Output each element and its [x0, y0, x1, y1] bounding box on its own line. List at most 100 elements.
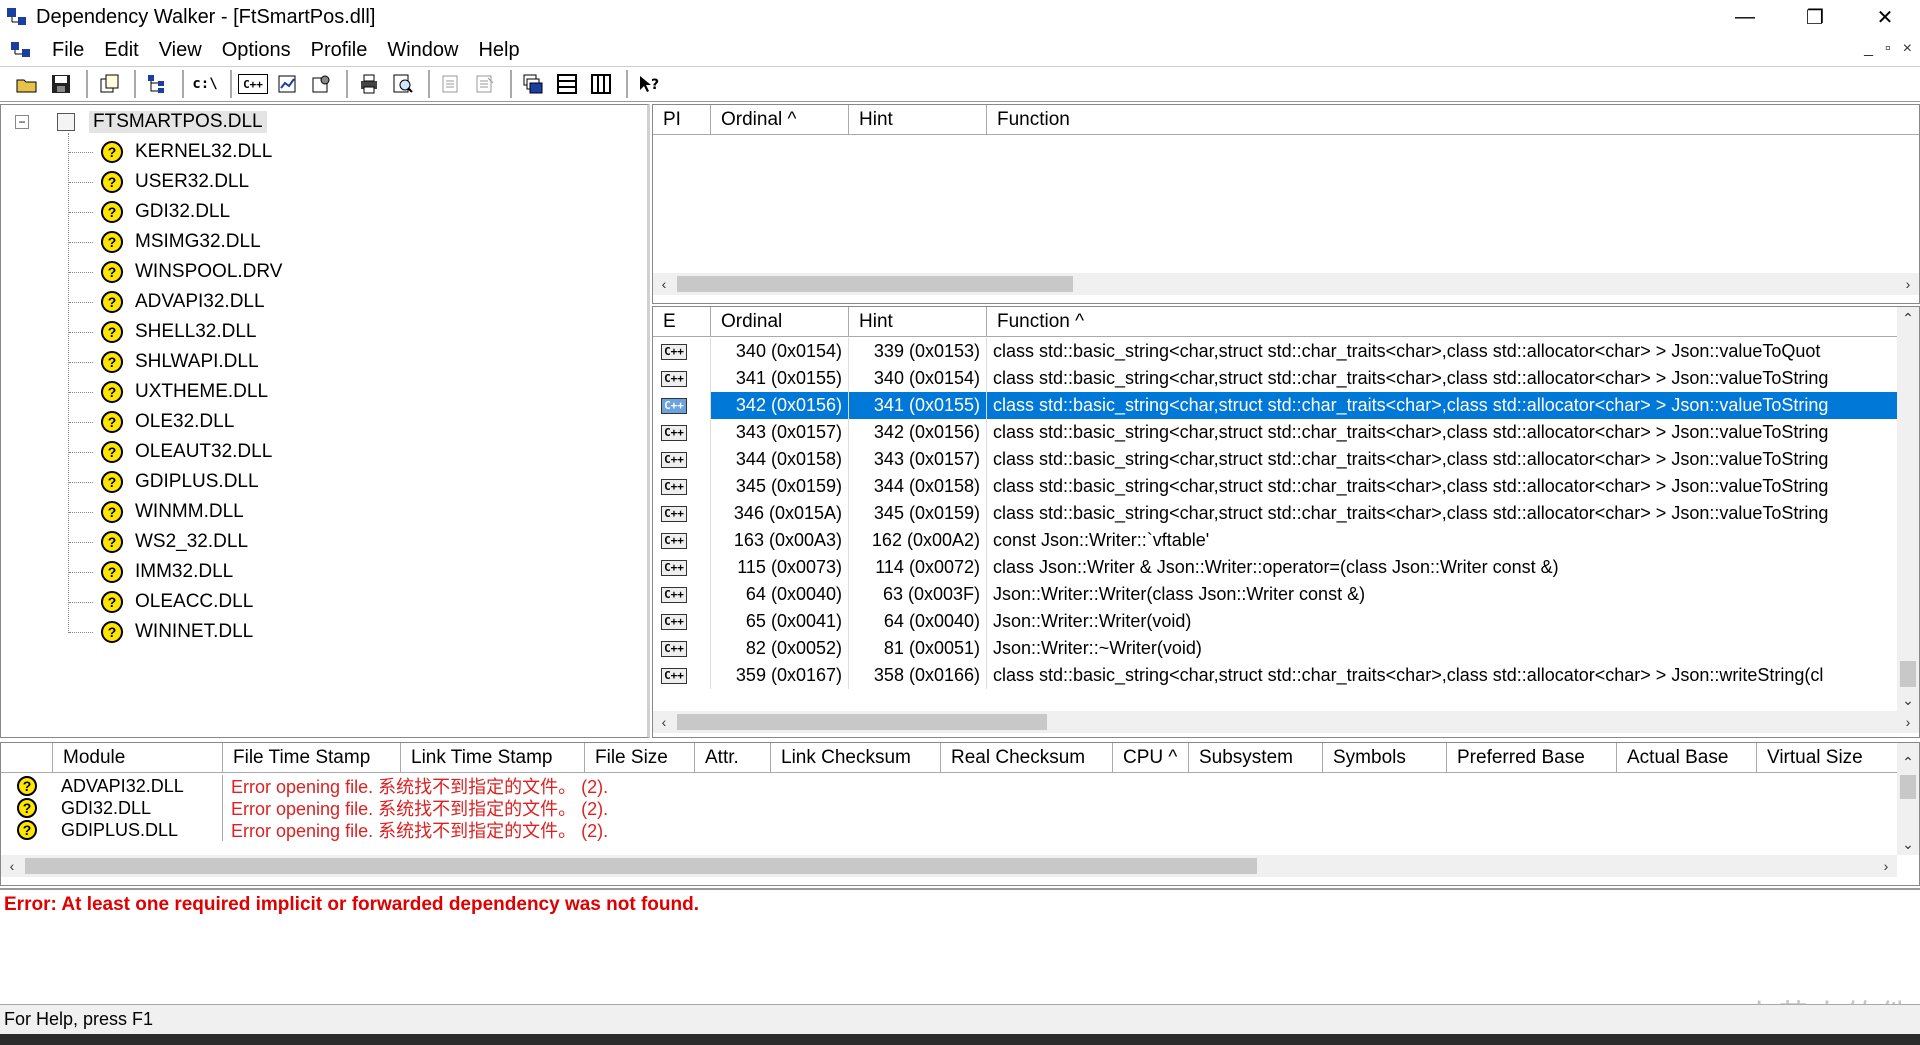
imports-panel[interactable]: PI Ordinal ^ Hint Function ‹ › [652, 104, 1920, 304]
print-icon[interactable] [354, 69, 384, 99]
col-virtual-size[interactable]: Virtual Size [1757, 743, 1897, 773]
exports-panel[interactable]: E Ordinal Hint Function ^ C++ 340 (0x0154… [652, 306, 1920, 738]
menu-window[interactable]: Window [377, 39, 468, 62]
tree-item[interactable]: ? KERNEL32.DLL [101, 137, 272, 167]
tree-item[interactable]: ? SHELL32.DLL [101, 317, 256, 347]
modules-hscroll[interactable]: ‹ › [1, 855, 1897, 877]
export-row[interactable]: C++ 344 (0x0158) 343 (0x0157) class std::ba… [653, 446, 1897, 473]
collapse-icon[interactable]: − [15, 115, 29, 129]
mdi-restore-button[interactable]: ▫ [1885, 40, 1891, 58]
cpp-icon[interactable]: C++ [238, 74, 268, 94]
col-symbols[interactable]: Symbols [1323, 743, 1447, 773]
export-row[interactable]: C++ 340 (0x0154) 339 (0x0153) class std::ba… [653, 338, 1897, 365]
mdi-minimize-button[interactable]: _ [1864, 40, 1873, 58]
col-function[interactable]: Function ^ [987, 307, 1897, 337]
col-ordinal[interactable]: Ordinal [711, 307, 849, 337]
tree-item[interactable]: ? ADVAPI32.DLL [101, 287, 265, 317]
tree-item[interactable]: ? SHLWAPI.DLL [101, 347, 259, 377]
menu-help[interactable]: Help [468, 39, 529, 62]
col-e[interactable]: E [653, 307, 711, 337]
module-list-panel[interactable]: Module File Time Stamp Link Time Stamp F… [0, 742, 1920, 886]
tree-item[interactable]: ? WINMM.DLL [101, 497, 244, 527]
scroll-right-icon[interactable]: › [1897, 711, 1919, 733]
col-actual-base[interactable]: Actual Base [1617, 743, 1757, 773]
module-row[interactable]: ? GDIPLUS.DLL Error opening file. 系统找不到指定的… [1, 819, 1897, 841]
scroll-thumb[interactable] [1900, 661, 1916, 687]
tree-item[interactable]: ? WININET.DLL [101, 617, 253, 647]
tree-item[interactable]: ? IMM32.DLL [101, 557, 233, 587]
scroll-left-icon[interactable]: ‹ [653, 711, 675, 733]
tile-v-icon[interactable] [586, 69, 616, 99]
path-icon[interactable]: c:\ [190, 69, 220, 99]
exports-vscroll[interactable]: ⌃ ⌄ [1897, 307, 1919, 711]
export-row[interactable]: C++ 82 (0x0052) 81 (0x0051) Json::Writer::~… [653, 635, 1897, 662]
module-row[interactable]: ? ADVAPI32.DLL Error opening file. 系统找不到指定… [1, 775, 1897, 797]
col-module[interactable]: Module [53, 743, 223, 773]
scroll-thumb[interactable] [1900, 775, 1916, 799]
col-link-checksum[interactable]: Link Checksum [771, 743, 941, 773]
close-button[interactable]: ✕ [1850, 0, 1920, 34]
col-function[interactable]: Function [987, 105, 1919, 135]
tree-item[interactable]: ? OLE32.DLL [101, 407, 234, 437]
open-icon[interactable] [12, 69, 42, 99]
minimize-button[interactable]: — [1710, 0, 1780, 34]
scroll-thumb[interactable] [25, 858, 1257, 874]
tree-item[interactable]: ? GDI32.DLL [101, 197, 230, 227]
col-hint[interactable]: Hint [849, 307, 987, 337]
tree-item[interactable]: ? OLEAUT32.DLL [101, 437, 272, 467]
col-real-checksum[interactable]: Real Checksum [941, 743, 1113, 773]
col-cpu[interactable]: CPU ^ [1113, 743, 1189, 773]
cascade-icon[interactable] [518, 69, 548, 99]
dependency-tree-panel[interactable]: − FTSMARTPOS.DLL ? KERNEL32.DLL? USER32.DL… [0, 104, 650, 738]
scroll-down-icon[interactable]: ⌄ [1897, 689, 1919, 711]
col-file-size[interactable]: File Size [585, 743, 695, 773]
scroll-left-icon[interactable]: ‹ [1, 855, 23, 877]
export-row[interactable]: C++ 115 (0x0073) 114 (0x0072) class Json::W… [653, 554, 1897, 581]
export-row[interactable]: C++ 346 (0x015A) 345 (0x0159) class std::ba… [653, 500, 1897, 527]
scroll-thumb[interactable] [677, 714, 1047, 730]
export-row[interactable]: C++ 163 (0x00A3) 162 (0x00A2) const Json::W… [653, 527, 1897, 554]
scroll-left-icon[interactable]: ‹ [653, 273, 675, 295]
tile-h-icon[interactable] [552, 69, 582, 99]
col-ordinal[interactable]: Ordinal ^ [711, 105, 849, 135]
tree-item[interactable]: ? UXTHEME.DLL [101, 377, 268, 407]
exports-hscroll[interactable]: ‹ › [653, 711, 1919, 733]
list1-icon[interactable] [436, 69, 466, 99]
scroll-up-icon[interactable]: ⌃ [1897, 307, 1919, 329]
menu-profile[interactable]: Profile [301, 39, 378, 62]
col-link-time-stamp[interactable]: Link Time Stamp [401, 743, 585, 773]
export-row[interactable]: C++ 359 (0x0167) 358 (0x0166) class std::ba… [653, 662, 1897, 689]
graph-icon[interactable] [272, 69, 302, 99]
tree-item[interactable]: ? GDIPLUS.DLL [101, 467, 259, 497]
scroll-thumb[interactable] [677, 276, 1073, 292]
tree-item[interactable]: ? WINSPOOL.DRV [101, 257, 282, 287]
col-hint[interactable]: Hint [849, 105, 987, 135]
menu-edit[interactable]: Edit [94, 39, 148, 62]
col-preferred-base[interactable]: Preferred Base [1447, 743, 1617, 773]
module-row[interactable]: ? GDI32.DLL Error opening file. 系统找不到指定的文件… [1, 797, 1897, 819]
col-subsystem[interactable]: Subsystem [1189, 743, 1323, 773]
list2-icon[interactable] [470, 69, 500, 99]
scroll-right-icon[interactable]: › [1897, 273, 1919, 295]
export-row[interactable]: C++ 64 (0x0040) 63 (0x003F) Json::Writer::W… [653, 581, 1897, 608]
menu-file[interactable]: File [42, 39, 94, 62]
scroll-down-icon[interactable]: ⌄ [1897, 833, 1919, 855]
mdi-close-button[interactable]: × [1903, 40, 1912, 58]
menu-view[interactable]: View [149, 39, 212, 62]
col-attr[interactable]: Attr. [695, 743, 771, 773]
imports-hscroll[interactable]: ‹ › [653, 273, 1919, 295]
export-row[interactable]: C++ 341 (0x0155) 340 (0x0154) class std::ba… [653, 365, 1897, 392]
tree-item[interactable]: ? OLEACC.DLL [101, 587, 253, 617]
menu-options[interactable]: Options [212, 39, 301, 62]
tree-item[interactable]: ? WS2_32.DLL [101, 527, 248, 557]
maximize-button[interactable]: ❐ [1780, 0, 1850, 34]
tree-root[interactable]: − FTSMARTPOS.DLL [15, 107, 267, 137]
copy-icon[interactable] [94, 69, 124, 99]
tree-item[interactable]: ? USER32.DLL [101, 167, 249, 197]
scroll-right-icon[interactable]: › [1875, 855, 1897, 877]
col-file-time-stamp[interactable]: File Time Stamp [223, 743, 401, 773]
export-row[interactable]: C++ 345 (0x0159) 344 (0x0158) class std::ba… [653, 473, 1897, 500]
tree-icon[interactable] [142, 69, 172, 99]
tree-item[interactable]: ? MSIMG32.DLL [101, 227, 261, 257]
properties-icon[interactable] [306, 69, 336, 99]
